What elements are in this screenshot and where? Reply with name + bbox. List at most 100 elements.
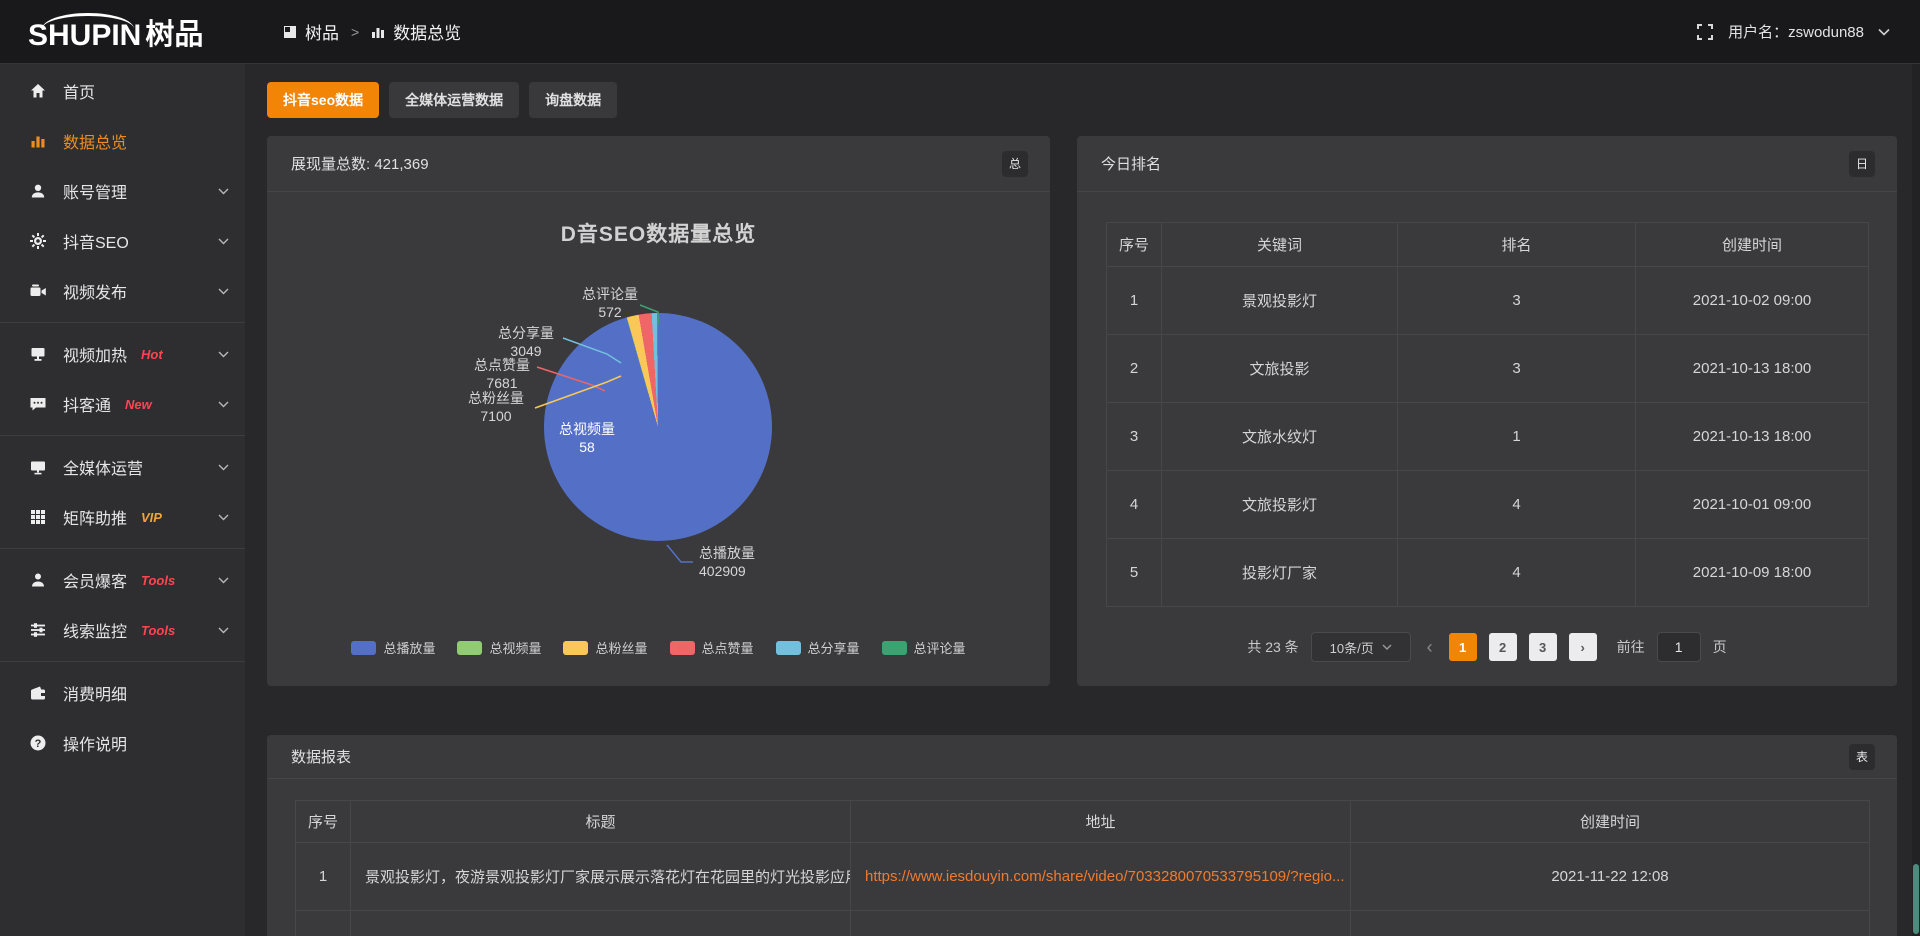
chevron-down-icon	[218, 514, 229, 521]
table-row[interactable]: 1景观投影灯 32021-10-02 09:00	[1107, 267, 1869, 335]
col-no: 序号	[296, 801, 351, 843]
pie-chart: D音SEO数据量总览 总评论量572 总分享量3049 总点赞量7681 总粉丝…	[267, 192, 1050, 686]
prev-page-button[interactable]: ‹	[1423, 637, 1437, 658]
chart-title: D音SEO数据量总览	[267, 218, 1050, 248]
sidebar-item-label: 会员爆客	[63, 568, 127, 592]
sidebar-divider	[0, 548, 245, 549]
sidebar: 首页 数据总览 账号管理 抖音SEO 视频发布	[0, 64, 245, 936]
tab-inquiry[interactable]: 询盘数据	[529, 82, 617, 118]
table-row[interactable]: 5投影灯厂家 42021-10-09 18:00	[1107, 539, 1869, 607]
page-button-2[interactable]: 2	[1489, 633, 1517, 661]
total-badge-button[interactable]: 总	[1002, 151, 1028, 177]
scrollbar-thumb[interactable]	[1913, 864, 1919, 934]
username-label[interactable]: 用户名：zswodun88	[1728, 21, 1864, 42]
bar-chart-icon	[371, 25, 385, 39]
home-icon	[28, 82, 48, 100]
page-button-1[interactable]: 1	[1449, 633, 1477, 661]
table-badge-button[interactable]: 表	[1849, 744, 1875, 770]
chevron-down-icon[interactable]	[1878, 28, 1890, 36]
hot-badge: Hot	[141, 347, 163, 362]
legend-item-comment[interactable]: 总评论量	[882, 638, 966, 657]
sidebar-item-video-heat[interactable]: 视频加热 Hot	[0, 329, 245, 379]
sidebar-item-label: 全媒体运营	[63, 455, 143, 479]
chevron-down-icon	[218, 464, 229, 471]
sidebar-item-video-publish[interactable]: 视频发布	[0, 266, 245, 316]
legend-item-play[interactable]: 总播放量	[351, 638, 435, 657]
sidebar-item-consumption[interactable]: 消费明细	[0, 668, 245, 718]
col-time: 创建时间	[1636, 223, 1869, 267]
goto-page-input[interactable]	[1657, 632, 1701, 662]
video-url-link[interactable]: https://www.iesdouyin.com/share/video/70…	[865, 868, 1345, 885]
legend-item-share[interactable]: 总分享量	[776, 638, 860, 657]
table-row[interactable]: 4文旅投影灯 42021-10-01 09:00	[1107, 471, 1869, 539]
tab-douyin-seo[interactable]: 抖音seo数据	[267, 82, 379, 118]
sidebar-item-label: 抖客通	[63, 392, 111, 416]
chevron-down-icon	[218, 238, 229, 245]
page-size-select[interactable]: 10条/页	[1311, 632, 1411, 662]
table-row[interactable]: 2文旅投影 32021-10-13 18:00	[1107, 335, 1869, 403]
sidebar-item-help[interactable]: ? 操作说明	[0, 718, 245, 768]
sidebar-item-leads[interactable]: 线索监控 Tools	[0, 605, 245, 655]
sidebar-item-label: 视频加热	[63, 342, 127, 366]
member-icon	[28, 571, 48, 589]
window-icon	[283, 25, 297, 39]
topbar-right: 用户名：zswodun88	[1696, 21, 1920, 42]
sidebar-item-home[interactable]: 首页	[0, 66, 245, 116]
sidebar-divider	[0, 322, 245, 323]
legend-item-like[interactable]: 总点赞量	[670, 638, 754, 657]
topbar: SHUPIN 树品 树品 > 数据总览 用户名：zswodun88	[0, 0, 1920, 64]
col-rank: 排名	[1398, 223, 1636, 267]
sidebar-item-label: 操作说明	[63, 731, 127, 755]
table-row[interactable]: 3文旅水纹灯 12021-10-13 18:00	[1107, 403, 1869, 471]
chart-panel-header: 展现量总数: 421,369 总	[267, 136, 1050, 192]
filter-icon	[28, 621, 48, 639]
video-icon	[28, 282, 48, 300]
tab-media-ops[interactable]: 全媒体运营数据	[389, 82, 519, 118]
sidebar-item-label: 线索监控	[63, 618, 127, 642]
sidebar-item-data-overview[interactable]: 数据总览	[0, 116, 245, 166]
total-count: 共 23 条	[1247, 637, 1298, 657]
legend-item-fans[interactable]: 总粉丝量	[563, 638, 647, 657]
sidebar-item-label: 数据总览	[63, 129, 127, 153]
fullscreen-icon[interactable]	[1696, 23, 1714, 41]
data-tabs: 抖音seo数据 全媒体运营数据 询盘数据	[267, 82, 617, 118]
sidebar-item-label: 消费明细	[63, 681, 127, 705]
chevron-down-icon	[218, 288, 229, 295]
legend-swatch	[563, 641, 588, 655]
sidebar-item-matrix-boost[interactable]: 矩阵助推 VIP	[0, 492, 245, 542]
tools-badge: Tools	[141, 623, 175, 638]
pie-label-fans: 总粉丝量7100	[461, 389, 531, 425]
day-badge-button[interactable]: 日	[1849, 151, 1875, 177]
chevron-down-icon	[218, 188, 229, 195]
logo-arc	[42, 13, 134, 29]
chevron-down-icon	[218, 401, 229, 408]
sidebar-item-member[interactable]: 会员爆客 Tools	[0, 555, 245, 605]
legend-swatch	[776, 641, 801, 655]
legend-item-video[interactable]: 总视频量	[457, 638, 541, 657]
breadcrumb-current[interactable]: 数据总览	[393, 19, 461, 44]
page-scrollbar[interactable]	[1912, 64, 1920, 936]
help-icon: ?	[28, 734, 48, 752]
page-button-3[interactable]: 3	[1529, 633, 1557, 661]
sidebar-item-media-ops[interactable]: 全媒体运营	[0, 442, 245, 492]
chevron-down-icon	[218, 351, 229, 358]
table-row[interactable]: 1 景观投影灯，夜游景观投影灯厂家展示展示落花灯在花园里的灯光投影应用效果 # …	[296, 843, 1870, 911]
chevron-down-icon	[218, 577, 229, 584]
data-report-panel: 数据报表 表 序号 标题 地址 创建时间 1 景观投影灯，夜游景观投影灯厂家展示…	[267, 735, 1897, 936]
sidebar-item-account[interactable]: 账号管理	[0, 166, 245, 216]
goto-label: 前往	[1617, 637, 1645, 657]
next-page-button[interactable]: ›	[1569, 633, 1597, 661]
main-content: 抖音seo数据 全媒体运营数据 询盘数据 展现量总数: 421,369 总 D音…	[245, 64, 1920, 936]
report-table: 序号 标题 地址 创建时间 1 景观投影灯，夜游景观投影灯厂家展示展示落花灯在花…	[295, 800, 1870, 936]
legend-swatch	[670, 641, 695, 655]
chart-legend: 总播放量 总视频量 总粉丝量 总点赞量 总分享量	[267, 638, 1050, 657]
app-logo: SHUPIN 树品	[0, 11, 245, 53]
chat-icon	[28, 395, 48, 413]
breadcrumb-root[interactable]: 树品	[305, 19, 339, 44]
sidebar-item-douketong[interactable]: 抖客通 New	[0, 379, 245, 429]
sidebar-item-douyin-seo[interactable]: 抖音SEO	[0, 216, 245, 266]
rank-table: 序号 关键词 排名 创建时间 1景观投影灯 32021-10-02 09:00 …	[1106, 222, 1869, 607]
today-rank-panel: 今日排名 日 序号 关键词 排名 创建时间 1景观投影灯 32021-10-02…	[1077, 136, 1897, 686]
col-no: 序号	[1107, 223, 1162, 267]
sidebar-item-label: 首页	[63, 79, 95, 103]
